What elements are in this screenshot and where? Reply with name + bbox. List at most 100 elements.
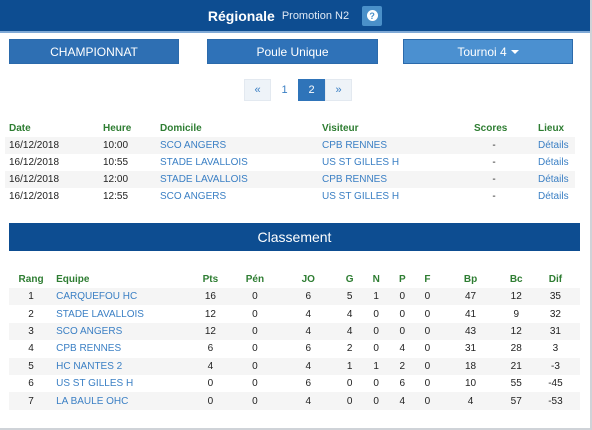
standings-row: 2 STADE LAVALLOIS 12 0 4 4 0 0 0 41 9 32 — [9, 305, 580, 322]
penalties: 0 — [229, 357, 281, 375]
away-team-link[interactable]: CPB RENNES — [318, 137, 470, 154]
match-time: 12:00 — [99, 171, 156, 188]
pagination-prev[interactable]: « — [244, 79, 271, 101]
team-link[interactable]: LA BAULE OHC — [53, 392, 192, 410]
col-date: Date — [9, 123, 31, 134]
drawn: 1 — [363, 357, 390, 375]
match-row: 16/12/2018 10:55 STADE LAVALLOIS US ST G… — [5, 154, 575, 171]
col-bp: Bp — [463, 273, 478, 285]
standings-row: 5 HC NANTES 2 4 0 4 1 1 2 0 18 21 -3 — [9, 357, 580, 375]
lost: 6 — [399, 378, 406, 390]
col-equipe: Equipe — [56, 273, 90, 285]
away-team-link[interactable]: US ST GILLES H — [318, 154, 470, 171]
col-jo: JO — [301, 273, 315, 285]
match-score: - — [470, 137, 534, 154]
played: 4 — [305, 308, 312, 320]
home-team-link[interactable]: SCO ANGERS — [156, 137, 318, 154]
team-link[interactable]: HC NANTES 2 — [53, 357, 192, 375]
col-bc: Bc — [509, 273, 523, 285]
rank: 1 — [9, 288, 54, 306]
col-lieux: Lieux — [538, 123, 565, 134]
details-link[interactable]: Détails — [534, 154, 575, 171]
penalties: 0 — [252, 308, 258, 320]
forfeit: 0 — [415, 322, 440, 341]
col-domicile: Domicile — [160, 123, 202, 134]
pagination-page-2[interactable]: 2 — [298, 79, 325, 101]
forfeit: 0 — [424, 308, 431, 320]
col-visiteur: Visiteur — [322, 123, 359, 134]
pagination-page-1[interactable]: 1 — [271, 79, 298, 101]
col-dif: Dif — [548, 273, 563, 285]
match-time: 12:55 — [103, 191, 129, 202]
tournoi-dropdown-label: Tournoi 4 — [457, 44, 507, 59]
team-link[interactable]: CARQUEFOU HC — [53, 288, 192, 306]
home-team-link[interactable]: STADE LAVALLOIS — [156, 154, 318, 171]
match-date: 16/12/2018 — [9, 191, 60, 202]
rank: 5 — [9, 357, 54, 375]
match-time: 10:55 — [103, 157, 129, 168]
standings-header-row: Rang Equipe Pts Pén JO G N P F Bp Bc Dif — [9, 270, 580, 288]
team-link[interactable]: US ST GILLES H — [53, 375, 191, 392]
points: 0 — [207, 378, 214, 390]
match-date: 16/12/2018 — [5, 171, 99, 188]
goal-difference: -53 — [530, 392, 580, 410]
pagination-next[interactable]: » — [325, 79, 352, 101]
goals-against: 55 — [510, 378, 522, 390]
help-button[interactable]: ? — [362, 5, 383, 26]
drawn: 0 — [363, 322, 390, 341]
goals-for: 31 — [464, 343, 477, 355]
played: 6 — [305, 343, 312, 355]
played: 4 — [280, 322, 337, 341]
penalties: 0 — [252, 343, 258, 355]
played: 4 — [280, 392, 337, 410]
poule-unique-button[interactable]: Poule Unique — [207, 39, 378, 64]
match-score: - — [492, 191, 496, 202]
team-link[interactable]: CPB RENNES — [53, 340, 191, 357]
competition-title: Régionale — [207, 7, 275, 24]
details-link[interactable]: Détails — [534, 137, 575, 154]
lost: 2 — [389, 357, 416, 375]
won: 0 — [336, 392, 364, 410]
goals-against: 21 — [501, 357, 531, 375]
points: 4 — [191, 357, 230, 375]
team-link[interactable]: STADE LAVALLOIS — [53, 305, 191, 322]
pagination: « 1 2 » — [244, 79, 352, 101]
rank: 2 — [28, 308, 34, 320]
goal-difference: -3 — [530, 357, 580, 375]
classement-header: Classement — [9, 223, 580, 251]
question-icon: ? — [366, 10, 378, 21]
forfeit: 0 — [424, 378, 431, 390]
rank: 7 — [9, 392, 54, 410]
details-link[interactable]: Détails — [534, 171, 575, 188]
penalties: 0 — [252, 378, 258, 390]
goals-against: 57 — [501, 392, 531, 410]
competition-header-bar: Régionale Promotion N2 ? — [0, 0, 590, 33]
col-f: F — [424, 273, 431, 285]
match-date: 16/12/2018 — [5, 137, 99, 154]
home-team-link[interactable]: STADE LAVALLOIS — [156, 171, 318, 188]
team-link[interactable]: SCO ANGERS — [53, 322, 192, 341]
penalties: 0 — [229, 288, 281, 306]
points: 12 — [191, 322, 230, 341]
goals-against: 9 — [513, 308, 520, 320]
tournoi-dropdown-button[interactable]: Tournoi 4 — [403, 39, 573, 64]
forfeit: 0 — [424, 343, 431, 355]
rank: 6 — [28, 378, 34, 390]
standings-row: 6 US ST GILLES H 0 0 6 0 0 6 0 10 55 -45 — [9, 375, 580, 392]
col-g: G — [345, 273, 354, 285]
standings-row: 4 CPB RENNES 6 0 6 2 0 4 0 31 28 3 — [9, 340, 580, 357]
lost: 0 — [389, 322, 416, 341]
home-team-link[interactable]: SCO ANGERS — [156, 188, 318, 205]
competition-subtitle: Promotion N2 — [281, 9, 350, 22]
won: 4 — [346, 308, 353, 320]
match-row: 16/12/2018 12:55 SCO ANGERS US ST GILLES… — [5, 188, 575, 205]
points: 6 — [207, 343, 214, 355]
away-team-link[interactable]: CPB RENNES — [318, 171, 470, 188]
played: 4 — [280, 357, 337, 375]
away-team-link[interactable]: US ST GILLES H — [318, 188, 470, 205]
details-link[interactable]: Détails — [534, 188, 575, 205]
col-n: N — [372, 273, 380, 285]
goals-against: 12 — [501, 322, 531, 341]
championnat-button[interactable]: CHAMPIONNAT — [9, 39, 179, 64]
col-pts: Pts — [202, 273, 219, 285]
